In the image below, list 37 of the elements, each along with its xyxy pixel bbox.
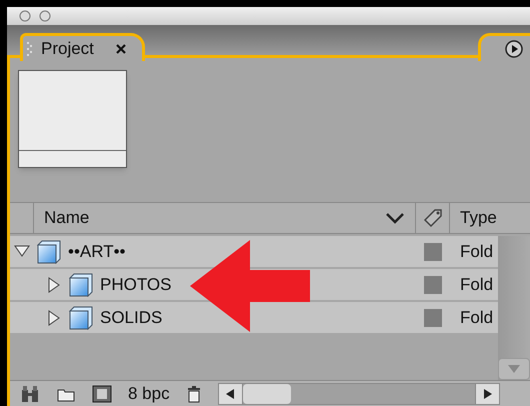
folder-icon	[68, 272, 94, 296]
tree-row[interactable]: ••ART•• Fold	[10, 236, 498, 267]
bit-depth-button[interactable]: 8 bpc	[128, 380, 170, 406]
tag-icon[interactable]	[422, 207, 444, 229]
type-cell-text: Fold	[459, 274, 494, 296]
folder-icon	[68, 306, 94, 330]
panel-tab[interactable]: Project	[20, 33, 145, 61]
close-icon[interactable]	[116, 44, 126, 54]
label-swatch[interactable]	[424, 276, 442, 294]
tree-row[interactable]: SOLIDS Fold	[10, 302, 498, 333]
trash-icon[interactable]	[186, 384, 202, 402]
scroll-thumb[interactable]	[242, 384, 291, 404]
expanded-triangle-icon[interactable]	[14, 244, 30, 260]
panel-tab[interactable]	[478, 33, 530, 61]
binoculars-icon[interactable]	[20, 384, 40, 402]
arrow-left-icon[interactable]	[225, 388, 236, 400]
folder-name: ••ART••	[68, 240, 126, 263]
column-header[interactable]: Name	[34, 203, 416, 233]
column-label: Name	[44, 207, 90, 230]
window-button-icon[interactable]	[19, 10, 31, 22]
folder-name: SOLIDS	[100, 306, 162, 329]
arrow-right-icon[interactable]	[482, 388, 492, 400]
type-cell-text: Fold	[459, 240, 494, 263]
folder-name: PHOTOS	[100, 274, 172, 296]
column-header[interactable]: Type	[450, 203, 530, 233]
label-swatch[interactable]	[424, 308, 442, 326]
collapsed-triangle-icon[interactable]	[46, 310, 62, 326]
label-swatch[interactable]	[424, 242, 442, 260]
type-cell-text: Fold	[459, 306, 494, 329]
chevron-down-icon[interactable]	[385, 212, 405, 224]
collapsed-triangle-icon[interactable]	[46, 276, 62, 292]
grip-icon[interactable]	[27, 42, 33, 56]
play-icon[interactable]	[505, 40, 523, 58]
window-button-icon[interactable]	[39, 10, 51, 22]
folder-icon	[36, 240, 62, 264]
horizontal-scrollbar[interactable]	[218, 382, 500, 404]
vertical-scrollbar[interactable]	[498, 236, 530, 380]
